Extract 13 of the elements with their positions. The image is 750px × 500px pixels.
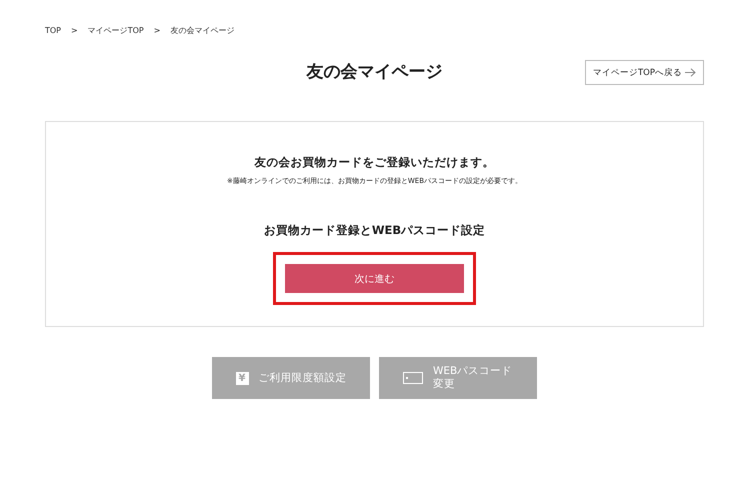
breadcrumb-separator: > [71, 26, 78, 34]
page-title: 友の会マイページ [306, 61, 442, 84]
card-subheading: お買物カード登録とWEBパスコード設定 [264, 223, 486, 238]
card-heading: 友の会お買物カードをご登録いただけます。 [254, 155, 494, 170]
next-button[interactable]: 次に進む [285, 264, 464, 293]
arrow-icon [685, 68, 696, 77]
breadcrumb-link[interactable]: TOP [45, 26, 62, 34]
breadcrumb-current: 友の会マイページ [170, 24, 234, 36]
breadcrumb-separator: > [154, 26, 160, 34]
back-button[interactable]: マイページTOPへ戻る [585, 60, 704, 85]
yen-icon: ¥ [236, 372, 248, 384]
breadcrumb-link[interactable]: マイページTOP [88, 24, 144, 36]
card-icon [403, 372, 423, 384]
